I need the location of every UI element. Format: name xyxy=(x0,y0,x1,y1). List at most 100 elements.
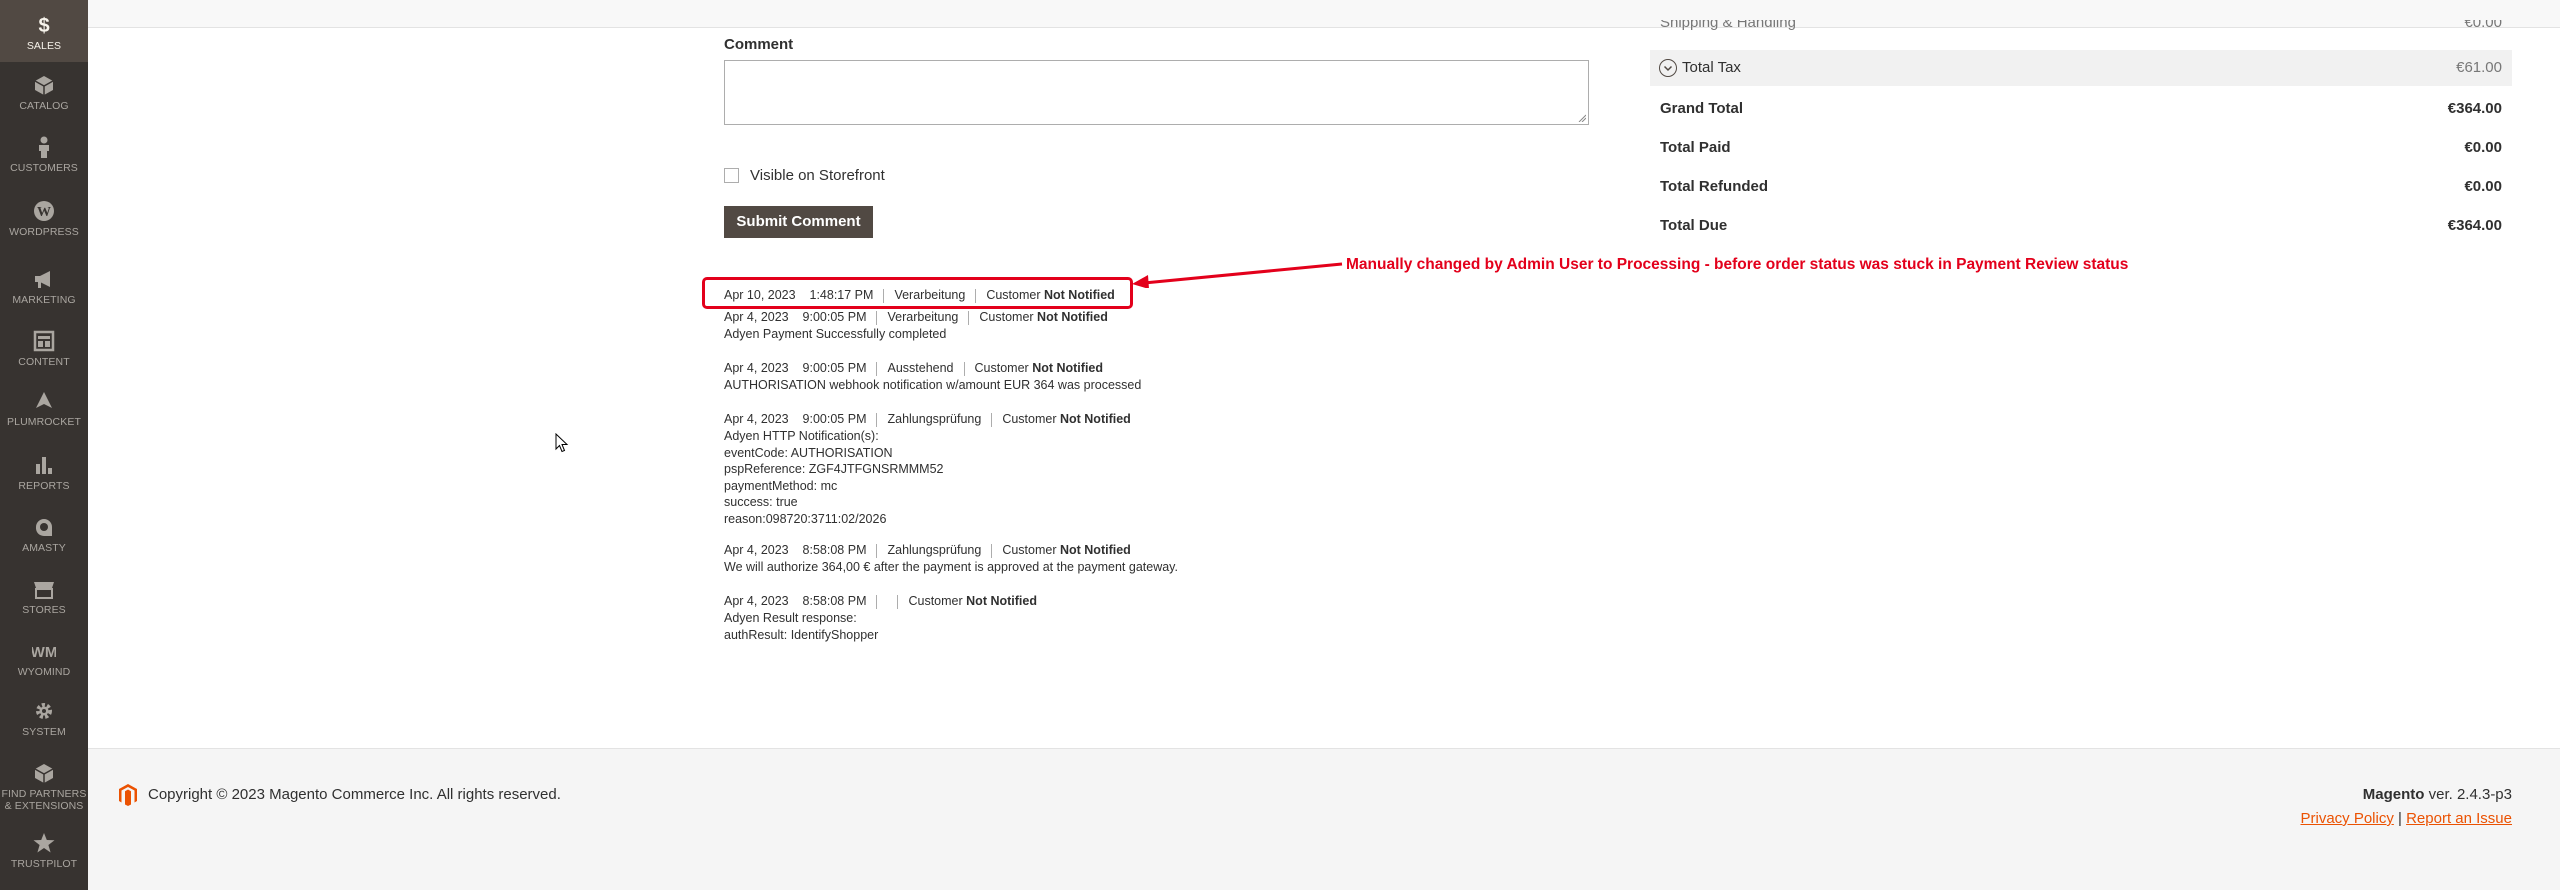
person-icon xyxy=(39,136,49,158)
history-notified: Not Notified xyxy=(1059,412,1131,426)
visible-on-storefront-label: Visible on Storefront xyxy=(750,167,885,184)
history-date: Apr 4, 2023 xyxy=(724,361,789,375)
sidebar-item-label: Marketing xyxy=(12,294,76,306)
wordpress-icon: W xyxy=(34,201,54,221)
history-entry: Apr 4, 2023 8:58:08 PM Zahlungsprüfung Cus… xyxy=(724,542,1178,576)
tax-value: €61.00 xyxy=(2456,59,2502,76)
sidebar-item-label: Amasty xyxy=(22,542,66,554)
history-entry: Apr 4, 2023 8:58:08 PM Customer Not Notif… xyxy=(724,593,1037,643)
sidebar-item-find-partners[interactable]: Find Partners & Extensions xyxy=(0,762,88,824)
resize-grip-icon[interactable] xyxy=(1578,114,1586,122)
history-time: 8:58:08 PM xyxy=(802,594,867,608)
sidebar-item-label: Find Partners xyxy=(1,788,87,800)
sidebar-item-customers[interactable]: Customers xyxy=(0,136,88,186)
sidebar-item-amasty[interactable]: Amasty xyxy=(0,516,88,566)
totals-tax-row[interactable]: Total Tax €61.00 xyxy=(1650,50,2512,86)
sidebar-item-label: Plumrocket xyxy=(7,416,81,428)
totals-shipping-row: Shipping & Handling €0.00 xyxy=(1650,20,2512,34)
sidebar-item-wyomind[interactable]: WM Wyomind xyxy=(0,640,88,690)
megaphone-icon xyxy=(35,271,50,288)
star-icon xyxy=(33,833,55,853)
history-status: Verarbeitung xyxy=(887,310,959,324)
history-note: pspReference: ZGF4JTFGNSRMMM52 xyxy=(724,462,944,476)
shipping-label: Shipping & Handling xyxy=(1660,20,1796,31)
svg-text:$: $ xyxy=(38,15,49,36)
totals-grand-row: Grand Total €364.00 xyxy=(1650,100,2512,120)
report-issue-link[interactable]: Report an Issue xyxy=(2406,810,2512,827)
sidebar-item-label: Catalog xyxy=(19,100,69,112)
history-time: 8:58:08 PM xyxy=(802,543,867,557)
history-customer: Customer xyxy=(1002,543,1057,557)
plumrocket-icon xyxy=(36,392,52,408)
layout-icon xyxy=(33,330,55,352)
dollar-icon: $ xyxy=(38,15,49,36)
history-notified: Not Notified xyxy=(1032,361,1104,375)
history-notified: Not Notified xyxy=(966,594,1037,608)
history-note: We will authorize 364,00 € after the pay… xyxy=(724,560,1178,574)
svg-text:W: W xyxy=(37,205,51,220)
history-customer: Customer xyxy=(908,594,963,608)
visible-on-storefront-checkbox[interactable] xyxy=(724,168,739,183)
sidebar-item-label: Stores xyxy=(22,604,66,616)
privacy-policy-link[interactable]: Privacy Policy xyxy=(2300,810,2393,827)
history-status: Zahlungsprüfung xyxy=(887,543,982,557)
sidebar-item-label: Content xyxy=(18,356,70,368)
cube-icon xyxy=(34,76,54,95)
history-status: Zahlungsprüfung xyxy=(887,412,982,426)
sidebar-item-trustpilot[interactable]: Trustpilot xyxy=(0,832,88,884)
history-note: AUTHORISATION webhook notification w/amo… xyxy=(724,378,1142,392)
history-date: Apr 4, 2023 xyxy=(724,543,789,557)
sidebar-item-label: Reports xyxy=(18,480,70,492)
magento-logo-icon xyxy=(119,784,137,806)
history-notified: Not Notified xyxy=(1037,310,1108,324)
admin-sidebar: $ Sales Catalog Customers W WordPress Ma… xyxy=(0,0,88,890)
history-notified: Not Notified xyxy=(1059,543,1131,557)
annotation-arrow-icon xyxy=(1132,262,1343,288)
sidebar-item-content[interactable]: Content xyxy=(0,330,88,380)
totals-refunded-row: Total Refunded €0.00 xyxy=(1650,178,2512,198)
sidebar-item-sales[interactable]: $ Sales xyxy=(0,0,88,62)
history-time: 9:00:05 PM xyxy=(802,310,867,324)
history-note: Adyen HTTP Notification(s): xyxy=(724,429,879,443)
wyomind-icon: WM xyxy=(32,644,56,661)
sidebar-item-plumrocket[interactable]: Plumrocket xyxy=(0,390,88,440)
total-paid-label: Total Paid xyxy=(1660,139,1731,156)
history-date: Apr 4, 2023 xyxy=(724,310,789,324)
magento-brand: Magento xyxy=(2362,786,2425,803)
mouse-cursor-icon xyxy=(555,433,569,453)
history-note: reason:098720:3711:02/2026 xyxy=(724,511,887,526)
amasty-icon xyxy=(35,519,52,537)
history-time: 9:00:05 PM xyxy=(802,361,867,375)
history-meta: Apr 4, 2023 8:58:08 PM Zahlungsprüfung Cus… xyxy=(724,542,1178,559)
history-status: Ausstehend xyxy=(887,361,954,375)
partners-icon xyxy=(34,764,54,783)
sidebar-item-label: Wyomind xyxy=(17,666,71,678)
total-refunded-value: €0.00 xyxy=(2464,178,2502,195)
grand-total-label: Grand Total xyxy=(1660,100,1744,117)
annotation-highlight-box xyxy=(702,277,1133,309)
copyright-text: Copyright © 2023 Magento Commerce Inc. A… xyxy=(148,786,561,803)
history-entry: Apr 4, 2023 9:00:05 PM Verarbeitung Custom… xyxy=(724,309,1108,343)
history-note: Adyen Result response: xyxy=(724,611,857,625)
total-due-label: Total Due xyxy=(1660,217,1728,234)
sidebar-item-marketing[interactable]: Marketing xyxy=(0,268,88,318)
sidebar-item-wordpress[interactable]: W WordPress xyxy=(0,200,88,250)
history-meta: Apr 4, 2023 9:00:05 PM Ausstehend Customer… xyxy=(724,360,1141,377)
history-customer: Customer xyxy=(1002,412,1057,426)
submit-comment-button[interactable]: Submit Comment xyxy=(724,206,873,238)
history-customer: Customer xyxy=(979,310,1034,324)
history-date: Apr 4, 2023 xyxy=(724,412,789,426)
sidebar-item-catalog[interactable]: Catalog xyxy=(0,74,88,124)
totals-paid-row: Total Paid €0.00 xyxy=(1650,139,2512,159)
sidebar-item-system[interactable]: System xyxy=(0,700,88,750)
expand-tax-toggle-icon[interactable] xyxy=(1659,59,1677,77)
annotation-text: Manually changed by Admin User to Proces… xyxy=(1346,256,2129,273)
comment-textarea[interactable] xyxy=(724,60,1589,125)
history-meta: Apr 4, 2023 8:58:08 PM Customer Not Notif… xyxy=(724,593,1037,610)
history-entry: Apr 4, 2023 9:00:05 PM Zahlungsprüfung Cus… xyxy=(724,411,1131,527)
sidebar-item-reports[interactable]: Reports xyxy=(0,454,88,504)
shipping-value: €0.00 xyxy=(2464,20,2502,31)
store-icon xyxy=(34,582,54,599)
total-paid-value: €0.00 xyxy=(2464,139,2502,156)
sidebar-item-stores[interactable]: Stores xyxy=(0,578,88,628)
